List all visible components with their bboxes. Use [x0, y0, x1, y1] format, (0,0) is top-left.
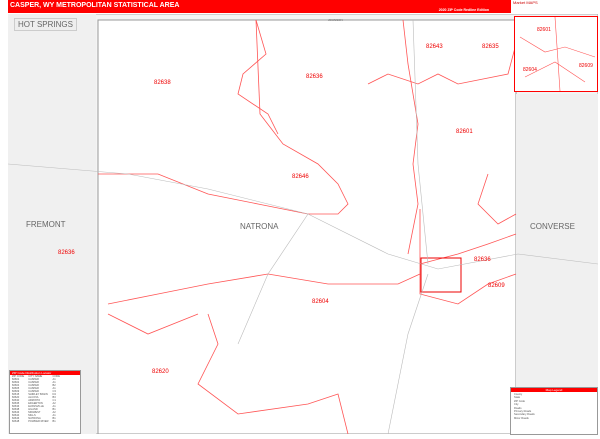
legend-item: Minor Roads — [514, 416, 529, 420]
zip-label: 82636 — [474, 257, 491, 263]
logo: Market MAPS — [513, 0, 600, 13]
inset-canvas — [519, 16, 596, 92]
title-bar: CASPER, WY METROPOLITAN STATISTICAL AREA… — [8, 0, 511, 13]
county-label-hot-springs: HOT SPRINGS — [14, 18, 77, 31]
county-label-converse: CONVERSE — [530, 222, 575, 231]
zip-label: 82635 — [482, 44, 499, 50]
inset-map[interactable]: 82601 82609 82604 — [514, 16, 598, 92]
map-title: CASPER, WY METROPOLITAN STATISTICAL AREA — [10, 2, 180, 9]
county-label-johnson: JOHNSON — [328, 18, 343, 22]
zip-label: 82638 — [154, 80, 171, 86]
zip-label: 82609 — [488, 283, 505, 289]
map-area[interactable]: HOT SPRINGS FREMONT NATRONA CONVERSE JOH… — [7, 13, 599, 435]
county-label-natrona: NATRONA — [240, 222, 279, 231]
table-cell: POWDER RIVER — [28, 420, 49, 423]
map-canvas — [7, 13, 599, 435]
map-legend: Map Legend County State ZIP Code City Roads P… — [510, 387, 598, 435]
zip-label: 82601 — [456, 129, 473, 135]
zip-label: 82643 — [426, 44, 443, 50]
table-cell: B1 — [52, 420, 56, 423]
zip-label: 82620 — [152, 369, 169, 375]
table-cell: 82648 — [12, 420, 20, 423]
inset-zip-label: 82609 — [579, 63, 593, 69]
zip-label: 82646 — [292, 174, 309, 180]
county-label-fremont: FREMONT — [26, 220, 66, 229]
logo-text: Market MAPS — [513, 0, 538, 5]
inset-zip-label: 82604 — [523, 67, 537, 73]
zip-label: 82636 — [306, 74, 323, 80]
zip-locator-table: ZIP Code Distribution Locator ZIP CODE CI… — [9, 370, 81, 434]
edition-label: 2020 ZIP Code Redline Edition — [438, 8, 489, 12]
zip-label: 82636 — [58, 250, 75, 256]
zip-label: 82604 — [312, 299, 329, 305]
inset-zip-label: 82601 — [537, 27, 551, 33]
table-row: 82648 POWDER RIVER B1 — [10, 420, 62, 423]
